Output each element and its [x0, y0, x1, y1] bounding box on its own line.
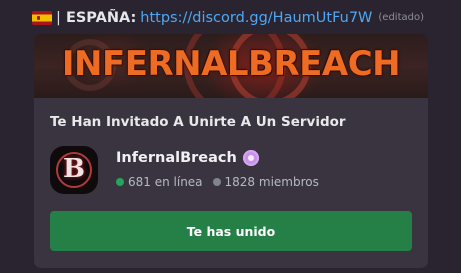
server-icon[interactable]: B	[50, 146, 98, 194]
message-colon: :	[130, 10, 137, 26]
message-content: | ESPAÑA: https://discord.gg/HaumUtFu7W …	[32, 8, 461, 28]
invite-link[interactable]: https://discord.gg/HaumUtFu7W	[140, 8, 372, 28]
spain-flag-icon	[32, 11, 52, 25]
partner-badge-icon[interactable]	[242, 150, 259, 166]
message-pipe: |	[56, 10, 61, 26]
message-prefix: | ESPAÑA:	[56, 8, 136, 28]
server-icon-letter: B	[63, 154, 85, 184]
server-name[interactable]: InfernalBreach	[116, 150, 237, 166]
message-country: ESPAÑA	[65, 10, 131, 26]
online-count: 681 en línea	[128, 175, 203, 189]
invite-heading: Te Han Invitado A Unirte A Un Servidor	[50, 114, 346, 130]
edited-label: (editado)	[378, 12, 424, 23]
server-stats: 681 en línea 1828 miembros	[116, 175, 319, 189]
joined-button[interactable]: Te has unido	[50, 211, 412, 251]
members-dot-icon	[212, 178, 221, 186]
banner-title: INFERNALBREACH	[61, 44, 401, 84]
online-dot-icon	[116, 178, 124, 186]
invite-card: INFERNALBREACH Te Han Invitado A Unirte …	[33, 33, 429, 269]
server-banner: INFERNALBREACH	[34, 34, 428, 98]
server-name-row: InfernalBreach	[116, 150, 259, 166]
members-count: 1828 miembros	[224, 175, 319, 189]
